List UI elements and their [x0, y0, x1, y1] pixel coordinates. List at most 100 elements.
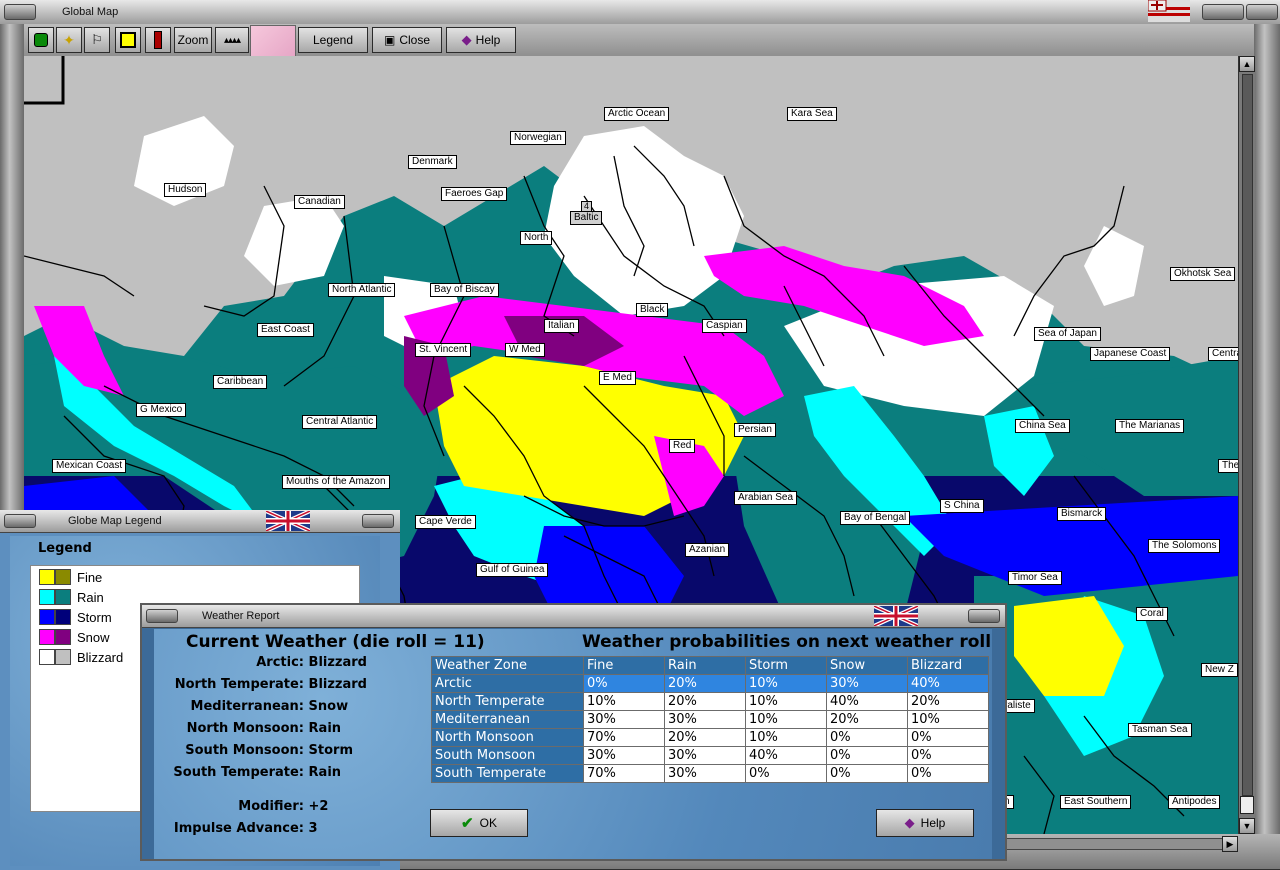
sea-label-caribbean[interactable]: Caribbean	[213, 375, 268, 389]
sea-label-e-med[interactable]: E Med	[599, 371, 636, 385]
sun-icon: ✦	[63, 31, 75, 48]
right-frame	[1254, 24, 1280, 834]
factory-tool-button[interactable]	[145, 27, 171, 53]
ships-tool-button[interactable]: ▴▴▴▴	[215, 27, 249, 53]
legend-item-blizzard: Blizzard	[39, 648, 123, 666]
table-cell: 20%	[664, 674, 746, 693]
sea-label-china-sea[interactable]: China Sea	[1015, 419, 1070, 433]
sea-label-kara-sea[interactable]: Kara Sea	[787, 107, 837, 121]
sea-label-the-marianas[interactable]: The Marianas	[1115, 419, 1185, 433]
sea-label-st-vincent[interactable]: St. Vincent	[415, 343, 472, 357]
column-header: Rain	[664, 656, 746, 675]
sea-label-sea-of-japan[interactable]: Sea of Japan	[1034, 327, 1101, 341]
sea-label-baltic[interactable]: Baltic	[570, 211, 603, 225]
ok-label: OK	[479, 816, 497, 830]
table-row[interactable]: North Temperate 10% 20% 10% 40% 20%	[431, 692, 989, 711]
scroll-right-arrow-icon[interactable]: ▶	[1222, 836, 1238, 852]
table-cell: 0%	[907, 728, 989, 747]
sea-label-bismarck[interactable]: Bismarck	[1057, 507, 1107, 521]
weather-system-button[interactable]	[146, 609, 178, 623]
sea-label-the-solomons[interactable]: The Solomons	[1148, 539, 1221, 553]
sea-label-canadian[interactable]: Canadian	[294, 195, 345, 209]
legend-system-button[interactable]	[4, 514, 36, 528]
table-cell: 10%	[745, 710, 827, 729]
sea-label-azanian[interactable]: Azanian	[685, 543, 730, 557]
ok-button[interactable]: ✔ OK	[430, 809, 528, 837]
sea-label-okhotsk-sea[interactable]: Okhotsk Sea	[1170, 267, 1236, 281]
table-row[interactable]: North Monsoon 70% 20% 10% 0% 0%	[431, 728, 989, 747]
table-row[interactable]: South Monsoon 30% 30% 40% 0% 0%	[431, 746, 989, 765]
sea-label-gulf-of-guinea[interactable]: Gulf of Guinea	[476, 563, 549, 577]
sea-label-s-china[interactable]: S China	[940, 499, 984, 513]
table-row[interactable]: Arctic 0% 20% 10% 30% 40%	[431, 674, 989, 693]
weather-help-button[interactable]: ◆ Help	[876, 809, 974, 837]
table-row[interactable]: Mediterranean 30% 30% 10% 20% 10%	[431, 710, 989, 729]
zoom-button[interactable]: Zoom	[174, 27, 212, 53]
sea-label-bay-of-biscay[interactable]: Bay of Biscay	[430, 283, 499, 297]
weather-report-window: Weather Report Current Weather (die roll…	[140, 603, 1007, 861]
sea-label-arabian-sea[interactable]: Arabian Sea	[734, 491, 798, 505]
sea-label-japanese-coast[interactable]: Japanese Coast	[1090, 347, 1171, 361]
system-menu-button[interactable]	[4, 4, 36, 20]
sea-label-mouths-of-the-amazon[interactable]: Mouths of the Amazon	[282, 475, 390, 489]
sea-label-coral[interactable]: Coral	[1136, 607, 1168, 621]
sea-label-hudson[interactable]: Hudson	[164, 183, 207, 197]
minimap-thumbnail[interactable]	[250, 25, 296, 57]
sea-label-norwegian[interactable]: Norwegian	[510, 131, 566, 145]
legend-button[interactable]: Legend	[298, 27, 368, 53]
sea-label-central-atlantic[interactable]: Central Atlantic	[302, 415, 378, 429]
sea-label-east-southern[interactable]: East Southern	[1060, 795, 1132, 809]
sea-label-arctic-ocean[interactable]: Arctic Ocean	[604, 107, 670, 121]
fine-swatch	[39, 569, 55, 585]
table-cell: 0%	[583, 674, 665, 693]
scroll-track[interactable]	[1242, 74, 1253, 796]
sea-label-faeroes-gap[interactable]: Faeroes Gap	[441, 187, 508, 201]
table-row[interactable]: South Temperate 70% 30% 0% 0% 0%	[431, 764, 989, 783]
rain-swatch-dark	[55, 589, 71, 605]
sea-label-antipodes[interactable]: Antipodes	[1168, 795, 1221, 809]
probabilities-heading: Weather probabilities on next weather ro…	[582, 632, 992, 652]
sea-label-caspian[interactable]: Caspian	[702, 319, 747, 333]
legend-item-rain: Rain	[39, 588, 104, 606]
sea-label-red[interactable]: Red	[669, 439, 696, 453]
sea-label-g-mexico[interactable]: G Mexico	[136, 403, 187, 417]
sea-label-tasman-sea[interactable]: Tasman Sea	[1128, 723, 1192, 737]
sea-label-timor-sea[interactable]: Timor Sea	[1008, 571, 1062, 585]
snow-swatch-dark	[55, 629, 71, 645]
current-row-north-temperate: North Temperate: Blizzard	[174, 677, 367, 692]
sea-label-cape-verde[interactable]: Cape Verde	[415, 515, 476, 529]
table-cell: 30%	[583, 710, 665, 729]
legend-label-blizzard: Blizzard	[77, 649, 124, 665]
unit-tool-button[interactable]	[115, 27, 141, 53]
hexagon-tool-button[interactable]	[28, 27, 54, 53]
sea-label-new-zealand[interactable]: New Z	[1201, 663, 1238, 677]
impulse-advance-row: Impulse Advance: 3	[173, 821, 318, 836]
sea-label-black[interactable]: Black	[636, 303, 669, 317]
sea-label-w-med[interactable]: W Med	[505, 343, 545, 357]
weather-tool-button[interactable]: ✦	[56, 27, 82, 53]
sea-label-italian[interactable]: Italian	[544, 319, 579, 333]
weather-report-titlebar: Weather Report	[142, 604, 1005, 628]
scroll-down-arrow-icon[interactable]: ▼	[1239, 818, 1255, 834]
scroll-thumb[interactable]	[1240, 796, 1254, 814]
weather-close-button[interactable]	[968, 609, 1000, 623]
help-button[interactable]: ◆ Help	[446, 27, 516, 53]
sea-label-north[interactable]: North	[520, 231, 553, 245]
sea-label-east-coast[interactable]: East Coast	[257, 323, 314, 337]
sea-label-north-atlantic[interactable]: North Atlantic	[328, 283, 396, 297]
checkmark-icon: ✔	[461, 815, 474, 832]
map-vertical-scrollbar[interactable]: ▲ ▼	[1238, 56, 1255, 834]
sea-label-mexican-coast[interactable]: Mexican Coast	[52, 459, 127, 473]
sea-label-bay-of-bengal[interactable]: Bay of Bengal	[840, 511, 911, 525]
scroll-up-arrow-icon[interactable]: ▲	[1239, 56, 1255, 72]
sea-label-persian[interactable]: Persian	[734, 423, 776, 437]
close-window-button[interactable]	[1246, 4, 1278, 20]
legend-close-button[interactable]	[362, 514, 394, 528]
blizzard-swatch	[39, 649, 55, 665]
flag-tool-button[interactable]: ⚐	[84, 27, 110, 53]
sea-label-denmark[interactable]: Denmark	[408, 155, 457, 169]
sea-label-central-pacific[interactable]: Central P	[1208, 347, 1238, 361]
close-button[interactable]: ▣ Close	[372, 27, 442, 53]
sea-label-the[interactable]: The	[1218, 459, 1238, 473]
minimize-button[interactable]	[1202, 4, 1244, 20]
